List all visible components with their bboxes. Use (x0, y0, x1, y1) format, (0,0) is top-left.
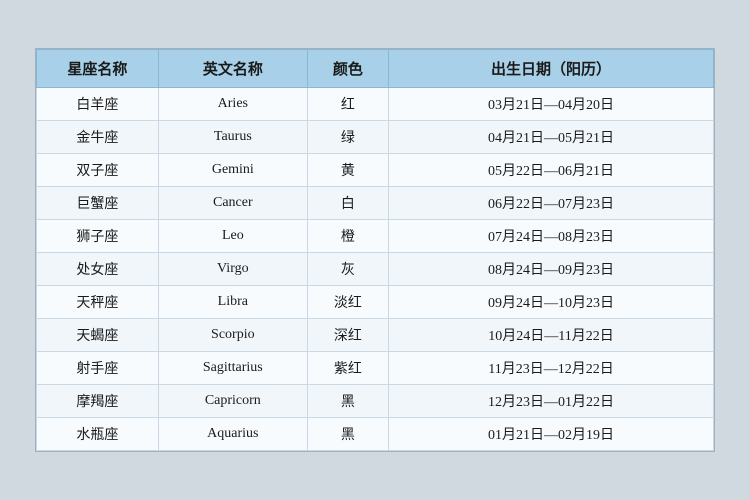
table-row: 天秤座Libra淡红09月24日—10月23日 (37, 286, 714, 319)
cell-zh: 射手座 (37, 352, 159, 385)
zodiac-table-container: 星座名称 英文名称 颜色 出生日期（阳历） 白羊座Aries红03月21日—04… (35, 48, 715, 452)
cell-zh: 天蝎座 (37, 319, 159, 352)
cell-date: 01月21日—02月19日 (389, 418, 714, 451)
cell-en: Capricorn (158, 385, 307, 418)
cell-zh: 摩羯座 (37, 385, 159, 418)
table-row: 摩羯座Capricorn黑12月23日—01月22日 (37, 385, 714, 418)
cell-color: 红 (307, 88, 388, 121)
table-row: 天蝎座Scorpio深红10月24日—11月22日 (37, 319, 714, 352)
cell-en: Sagittarius (158, 352, 307, 385)
cell-zh: 天秤座 (37, 286, 159, 319)
table-body: 白羊座Aries红03月21日—04月20日金牛座Taurus绿04月21日—0… (37, 88, 714, 451)
cell-color: 淡红 (307, 286, 388, 319)
table-row: 水瓶座Aquarius黑01月21日—02月19日 (37, 418, 714, 451)
cell-color: 深红 (307, 319, 388, 352)
table-row: 巨蟹座Cancer白06月22日—07月23日 (37, 187, 714, 220)
table-header-row: 星座名称 英文名称 颜色 出生日期（阳历） (37, 50, 714, 88)
cell-zh: 处女座 (37, 253, 159, 286)
cell-color: 黑 (307, 385, 388, 418)
cell-en: Aquarius (158, 418, 307, 451)
table-row: 金牛座Taurus绿04月21日—05月21日 (37, 121, 714, 154)
cell-date: 06月22日—07月23日 (389, 187, 714, 220)
cell-date: 05月22日—06月21日 (389, 154, 714, 187)
cell-en: Aries (158, 88, 307, 121)
cell-zh: 白羊座 (37, 88, 159, 121)
cell-color: 灰 (307, 253, 388, 286)
table-row: 狮子座Leo橙07月24日—08月23日 (37, 220, 714, 253)
header-color: 颜色 (307, 50, 388, 88)
cell-zh: 狮子座 (37, 220, 159, 253)
cell-date: 12月23日—01月22日 (389, 385, 714, 418)
cell-color: 白 (307, 187, 388, 220)
cell-date: 09月24日—10月23日 (389, 286, 714, 319)
cell-en: Gemini (158, 154, 307, 187)
cell-date: 11月23日—12月22日 (389, 352, 714, 385)
cell-color: 黑 (307, 418, 388, 451)
cell-en: Scorpio (158, 319, 307, 352)
cell-color: 绿 (307, 121, 388, 154)
cell-en: Virgo (158, 253, 307, 286)
cell-en: Taurus (158, 121, 307, 154)
header-en: 英文名称 (158, 50, 307, 88)
cell-en: Leo (158, 220, 307, 253)
table-row: 双子座Gemini黄05月22日—06月21日 (37, 154, 714, 187)
cell-en: Libra (158, 286, 307, 319)
cell-date: 04月21日—05月21日 (389, 121, 714, 154)
cell-date: 03月21日—04月20日 (389, 88, 714, 121)
cell-zh: 双子座 (37, 154, 159, 187)
cell-zh: 水瓶座 (37, 418, 159, 451)
zodiac-table: 星座名称 英文名称 颜色 出生日期（阳历） 白羊座Aries红03月21日—04… (36, 49, 714, 451)
cell-en: Cancer (158, 187, 307, 220)
table-row: 白羊座Aries红03月21日—04月20日 (37, 88, 714, 121)
cell-color: 紫红 (307, 352, 388, 385)
cell-zh: 巨蟹座 (37, 187, 159, 220)
table-row: 处女座Virgo灰08月24日—09月23日 (37, 253, 714, 286)
cell-date: 08月24日—09月23日 (389, 253, 714, 286)
header-date: 出生日期（阳历） (389, 50, 714, 88)
table-row: 射手座Sagittarius紫红11月23日—12月22日 (37, 352, 714, 385)
cell-zh: 金牛座 (37, 121, 159, 154)
cell-color: 黄 (307, 154, 388, 187)
header-zh: 星座名称 (37, 50, 159, 88)
cell-date: 07月24日—08月23日 (389, 220, 714, 253)
cell-date: 10月24日—11月22日 (389, 319, 714, 352)
cell-color: 橙 (307, 220, 388, 253)
